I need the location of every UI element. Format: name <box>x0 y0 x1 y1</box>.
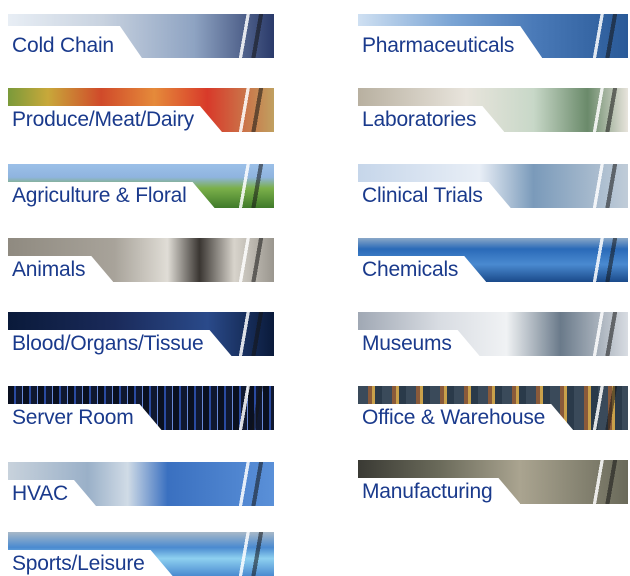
tile-label: Blood/Organs/Tissue <box>12 332 204 355</box>
tile-label: Chemicals <box>362 258 459 281</box>
label-plate: Sports/Leisure <box>8 550 173 576</box>
tile-produce-meat-dairy[interactable]: Produce/Meat/Dairy <box>8 86 274 132</box>
tile-hvac[interactable]: HVAC <box>8 460 274 506</box>
tile-label: Pharmaceuticals <box>362 34 515 57</box>
tile-label: Animals <box>12 258 86 281</box>
tile-server-room[interactable]: Server Room <box>8 384 274 430</box>
tile-label: Clinical Trials <box>362 184 483 207</box>
tile-chemicals[interactable]: Chemicals <box>358 236 628 282</box>
tile-office-warehouse[interactable]: Office & Warehouse <box>358 384 628 430</box>
label-plate: Blood/Organs/Tissue <box>8 330 232 356</box>
tile-label: HVAC <box>12 482 68 505</box>
tile-agriculture-floral[interactable]: Agriculture & Floral <box>8 162 274 208</box>
tile-label: Office & Warehouse <box>362 406 546 429</box>
tile-label: Laboratories <box>362 108 477 131</box>
label-plate: Clinical Trials <box>358 182 511 208</box>
label-plate: Cold Chain <box>8 26 142 58</box>
label-plate: Laboratories <box>358 106 504 132</box>
tile-label: Agriculture & Floral <box>12 184 187 207</box>
label-plate: Office & Warehouse <box>358 404 573 430</box>
tile-museums[interactable]: Museums <box>358 310 628 356</box>
tile-pharmaceuticals[interactable]: Pharmaceuticals <box>358 12 628 58</box>
tile-label: Produce/Meat/Dairy <box>12 108 194 131</box>
tile-cold-chain[interactable]: Cold Chain <box>8 12 274 58</box>
tile-label: Manufacturing <box>362 480 493 503</box>
tile-clinical-trials[interactable]: Clinical Trials <box>358 162 628 208</box>
label-plate: Pharmaceuticals <box>358 26 542 58</box>
tile-label: Museums <box>362 332 452 355</box>
tile-laboratories[interactable]: Laboratories <box>358 86 628 132</box>
label-plate: Agriculture & Floral <box>8 182 215 208</box>
label-plate: Chemicals <box>358 256 486 282</box>
tile-manufacturing[interactable]: Manufacturing <box>358 458 628 504</box>
tile-label: Cold Chain <box>12 34 114 57</box>
tile-label: Server Room <box>12 406 134 429</box>
tile-sports-leisure[interactable]: Sports/Leisure <box>8 530 274 576</box>
label-plate: Server Room <box>8 404 162 430</box>
tile-label: Sports/Leisure <box>12 552 145 575</box>
label-plate: Manufacturing <box>358 478 520 504</box>
label-plate: Produce/Meat/Dairy <box>8 106 222 132</box>
tile-blood-organs-tissue[interactable]: Blood/Organs/Tissue <box>8 310 274 356</box>
tile-animals[interactable]: Animals <box>8 236 274 282</box>
